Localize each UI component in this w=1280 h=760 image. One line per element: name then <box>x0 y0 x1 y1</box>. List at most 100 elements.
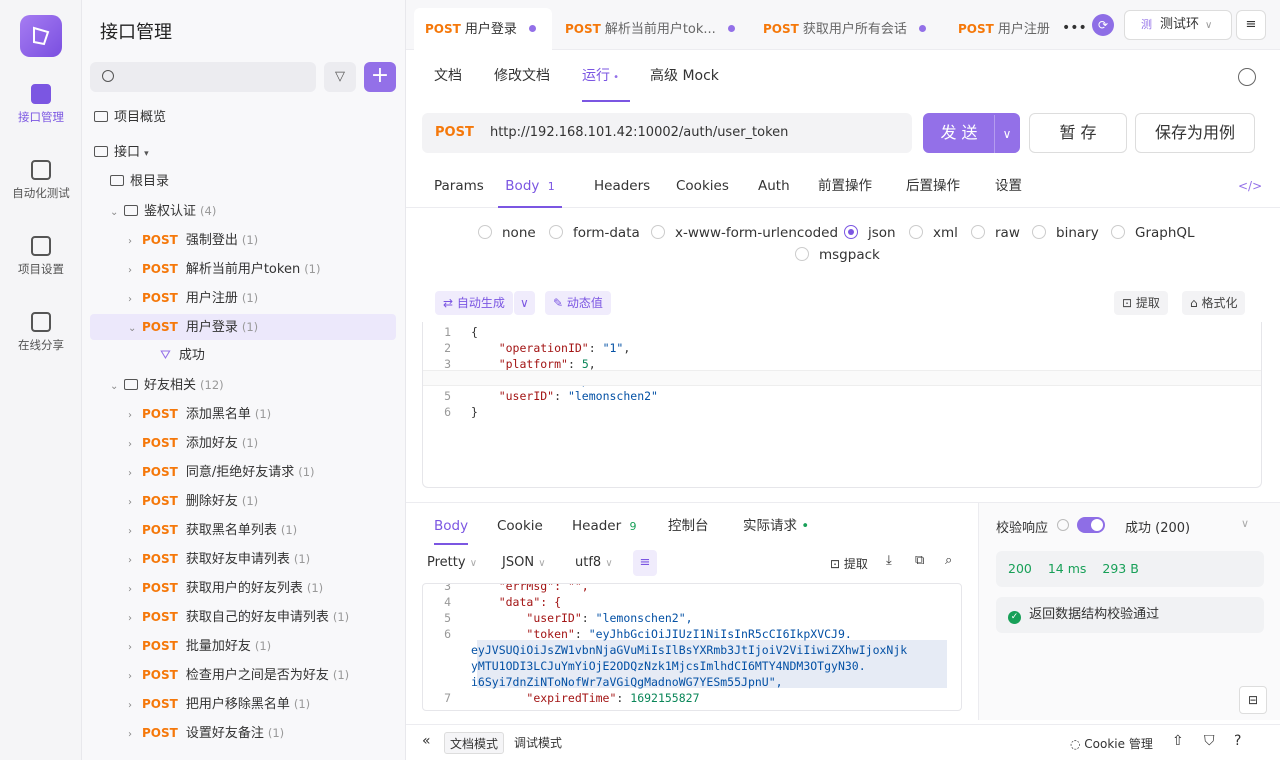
tree-item[interactable]: › POST 获取黑名单列表 (1) <box>128 517 297 543</box>
tree-item[interactable]: › POST 获取好友申请列表 (1) <box>128 546 310 572</box>
dynamic-value-button[interactable]: ✎ 动态值 <box>545 291 611 315</box>
app-logo[interactable] <box>20 15 62 57</box>
env-select[interactable]: 测测试环 ∨ <box>1124 10 1232 40</box>
tab-doc[interactable]: 文档 <box>434 50 462 102</box>
radio-none[interactable]: none <box>478 225 536 241</box>
radio-binary[interactable]: binary <box>1032 225 1099 241</box>
radio-graphql[interactable]: GraphQL <box>1111 225 1195 241</box>
rail-item-settings[interactable]: 项目设置 <box>0 236 82 277</box>
tab-console[interactable]: 控制台 <box>668 507 709 545</box>
tab-params[interactable]: Params <box>434 164 484 208</box>
request-body-editor[interactable]: 1{2 "operationID": "1",3 "platform": 5,4… <box>422 322 1262 488</box>
tree-item[interactable]: › POST 获取用户的好友列表 (1) <box>128 575 323 601</box>
url-bar[interactable]: POST http://192.168.101.42:10002/auth/us… <box>422 113 912 153</box>
tree-item[interactable]: › POST 添加好友 (1) <box>128 430 258 456</box>
upload-icon[interactable]: ⇧ <box>1172 733 1184 749</box>
charset-select[interactable]: utf8 ∨ <box>575 555 613 570</box>
tab-resp-body[interactable]: Body <box>434 507 469 545</box>
tree-item[interactable]: › POST 强制登出 (1) <box>128 227 258 253</box>
radio-msgpack[interactable]: msgpack <box>795 247 880 263</box>
tree-folder-auth[interactable]: ⌄ 鉴权认证 (4) <box>110 198 216 224</box>
tree-overview[interactable]: 项目概览 <box>94 105 166 131</box>
verify-status[interactable]: 成功 (200) <box>1125 517 1190 536</box>
help-icon[interactable]: ? <box>1234 733 1241 749</box>
shirt-icon[interactable]: ⛉ <box>1204 733 1215 749</box>
tree-item[interactable]: › POST 同意/拒绝好友请求 (1) <box>128 459 315 485</box>
code-icon[interactable]: </> <box>1238 164 1262 208</box>
tab-register[interactable]: POST 用户注册 <box>947 8 1057 50</box>
tree-root-dir[interactable]: 根目录 <box>110 169 169 195</box>
tab-cookies[interactable]: Cookies <box>676 164 729 208</box>
cookie-manager-button[interactable]: ◌ Cookie 管理 <box>1070 735 1153 752</box>
tab-pre-ops[interactable]: 前置操作 <box>818 164 872 208</box>
copy-icon[interactable]: ⧉ <box>915 553 924 568</box>
response-body-viewer[interactable]: 3 "errMsg": "", 4 "data": {5 "userID": "l… <box>422 583 962 711</box>
send-button[interactable]: 发 送 ∨ <box>923 113 1020 153</box>
chevron-down-icon[interactable]: ∨ <box>1241 517 1249 530</box>
tab-settings[interactable]: 设置 <box>995 164 1022 208</box>
sync-icon[interactable]: ⟳ <box>1092 14 1114 36</box>
tree-item[interactable]: › POST 删除好友 (1) <box>128 488 258 514</box>
wrap-icon[interactable]: ≡ <box>633 550 657 576</box>
rail-item-share[interactable]: 在线分享 <box>0 312 82 353</box>
url-input[interactable]: http://192.168.101.42:10002/auth/user_to… <box>490 125 788 140</box>
tree-item[interactable]: › POST 用户注册 (1) <box>128 285 258 311</box>
tab-body[interactable]: Body 1 <box>498 164 562 208</box>
tree-item[interactable]: › POST 检查用户之间是否为好友 (1) <box>128 662 349 688</box>
tree-item[interactable]: › POST 添加黑名单 (1) <box>128 401 271 427</box>
debug-mode-button[interactable]: 调试模式 <box>509 732 567 754</box>
collapse-icon[interactable]: « <box>422 733 431 749</box>
auto-generate-button[interactable]: ⇄ 自动生成 <box>435 291 513 315</box>
tab-resp-header[interactable]: Header 9 <box>572 507 636 545</box>
radio-json[interactable]: json <box>844 225 896 241</box>
search-input[interactable] <box>90 62 316 92</box>
rail-item-api[interactable]: 接口管理 <box>0 84 82 125</box>
tree-item[interactable]: › POST 获取自己的好友申请列表 (1) <box>128 604 349 630</box>
tree-item[interactable]: › POST 把用户移除黑名单 (1) <box>128 691 310 717</box>
rail-item-auto-test[interactable]: 自动化测试 <box>0 160 82 201</box>
help-icon[interactable] <box>1057 519 1069 531</box>
format-button[interactable]: ⌂ 格式化 <box>1182 291 1246 315</box>
save-as-case-button[interactable]: 保存为用例 <box>1135 113 1255 153</box>
tab-auth[interactable]: Auth <box>758 164 790 208</box>
verify-toggle[interactable] <box>1077 517 1105 533</box>
extract-button[interactable]: ⊡ 提取 <box>1114 291 1168 315</box>
tree-item[interactable]: ⌄ POST 用户登录 (1) <box>90 314 396 340</box>
tree-item[interactable]: › POST 批量加好友 (1) <box>128 633 271 659</box>
tab-edit-doc[interactable]: 修改文档 <box>494 50 550 102</box>
tab-post-ops[interactable]: 后置操作 <box>906 164 960 208</box>
radio-raw[interactable]: raw <box>971 225 1020 241</box>
pretty-select[interactable]: Pretty ∨ <box>427 555 477 570</box>
tab-resp-cookie[interactable]: Cookie <box>497 507 543 545</box>
tab-get-sessions[interactable]: POST 获取用户所有会话 <box>752 8 936 50</box>
radio-circle <box>549 225 563 239</box>
tab-run[interactable]: 运行 • <box>582 50 630 102</box>
resp-extract-button[interactable]: ⊡ 提取 <box>830 555 868 572</box>
filter-button[interactable]: ▽ <box>324 62 356 92</box>
radio-xml[interactable]: xml <box>909 225 958 241</box>
doc-mode-button[interactable]: 文档模式 <box>444 732 505 754</box>
more-tabs-icon[interactable]: ••• <box>1062 20 1087 36</box>
tab-headers[interactable]: Headers <box>594 164 650 208</box>
tree-item[interactable]: › POST 设置好友备注 (1) <box>128 720 284 746</box>
layout-icon[interactable]: ⊟ <box>1239 686 1267 714</box>
tree-folder-friends[interactable]: ⌄ 好友相关 (12) <box>110 372 224 398</box>
tab-user-login[interactable]: POST 用户登录 <box>414 8 552 50</box>
download-icon[interactable]: ⤓ <box>886 553 892 568</box>
menu-icon[interactable]: ≡ <box>1236 10 1266 40</box>
tree-item[interactable]: › POST 解析当前用户token (1) <box>128 256 320 282</box>
tree-case-success[interactable]: ⛛ 成功 <box>160 343 205 369</box>
tab-actual-request[interactable]: 实际请求 • <box>743 507 809 545</box>
chevron-down-icon[interactable]: ∨ <box>994 115 1019 153</box>
tab-parse-token[interactable]: POST 解析当前用户tok... <box>554 8 744 50</box>
json-select[interactable]: JSON ∨ <box>502 555 546 570</box>
save-button[interactable]: 暂 存 <box>1029 113 1127 153</box>
tree-api-root[interactable]: 接口 ▾ <box>94 140 149 166</box>
search-icon[interactable]: ⌕ <box>945 553 952 568</box>
add-button[interactable]: + <box>364 62 396 92</box>
auto-generate-dropdown[interactable]: ∨ <box>514 291 535 315</box>
radio-form-data[interactable]: form-data <box>549 225 640 241</box>
history-icon[interactable] <box>1238 68 1256 86</box>
tab-mock[interactable]: 高级 Mock <box>650 50 719 102</box>
radio-urlencoded[interactable]: x-www-form-urlencoded <box>651 225 838 241</box>
